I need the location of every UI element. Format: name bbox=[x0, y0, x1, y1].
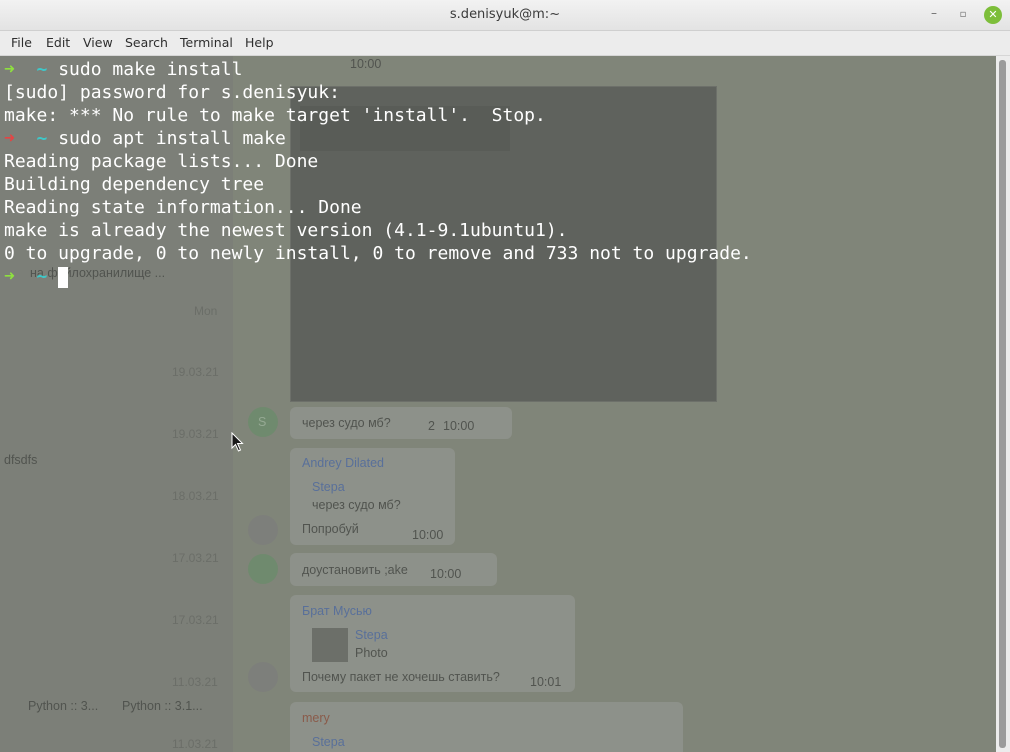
bg-chat-date: 18.03.21 bbox=[172, 489, 219, 503]
minimize-button[interactable]: – bbox=[925, 4, 943, 22]
bg-message-time: 10:00 bbox=[430, 567, 462, 581]
terminal-line: ➜ ~ sudo apt install make bbox=[4, 127, 752, 150]
terminal-line: make: *** No rule to make target 'instal… bbox=[4, 105, 546, 126]
window-title: s.denisyuk@m:~ bbox=[449, 7, 561, 22]
bg-avatar bbox=[248, 554, 278, 584]
terminal-line: Building dependency tree bbox=[4, 174, 265, 195]
bg-message-text: Попробуй bbox=[302, 522, 359, 536]
bg-reply-sender: Stepa bbox=[355, 628, 388, 642]
scrollbar-thumb[interactable] bbox=[999, 60, 1006, 748]
prompt-directory: ~ bbox=[36, 128, 48, 149]
bg-chat-date: Mon bbox=[194, 304, 218, 318]
menu-bar: File Edit View Search Terminal Help bbox=[0, 31, 1010, 56]
prompt-directory: ~ bbox=[36, 59, 48, 80]
bg-reply-sender: Stepa bbox=[312, 735, 345, 749]
bg-message-time: 10:01 bbox=[530, 675, 562, 689]
terminal-line: [sudo] password for s.denisyuk: bbox=[4, 82, 340, 103]
prompt-directory: ~ bbox=[36, 266, 48, 287]
window-titlebar[interactable]: s.denisyuk@m:~ – ▫ ✕ bbox=[0, 0, 1010, 31]
bg-message-text: доустановить ;ake bbox=[302, 563, 408, 577]
prompt-arrow-icon: ➜ bbox=[4, 128, 15, 149]
close-button[interactable]: ✕ bbox=[984, 6, 1002, 24]
bg-message-text: Почему пакет не хочешь ставить? bbox=[302, 670, 500, 684]
menu-terminal[interactable]: Terminal bbox=[179, 31, 234, 55]
menu-view[interactable]: View bbox=[82, 31, 114, 55]
bg-message-bubble bbox=[290, 702, 683, 752]
terminal-line: make is already the newest version (4.1-… bbox=[4, 220, 568, 241]
menu-edit[interactable]: Edit bbox=[45, 31, 71, 55]
bg-message-time: 10:00 bbox=[443, 419, 475, 433]
terminal-command: sudo apt install make bbox=[58, 128, 286, 149]
prompt-arrow-icon: ➜ bbox=[4, 59, 15, 80]
bg-reply-text: через судо мб? bbox=[312, 498, 401, 512]
bg-chat-date: 11.03.21 bbox=[172, 675, 218, 689]
bg-reply-text: Photo bbox=[355, 646, 388, 660]
menu-file[interactable]: File bbox=[10, 31, 33, 55]
prompt-arrow-icon: ➜ bbox=[4, 266, 15, 287]
bg-reply-count: 2 bbox=[428, 419, 435, 433]
terminal-line: 0 to upgrade, 0 to newly install, 0 to r… bbox=[4, 243, 752, 264]
vertical-scrollbar[interactable] bbox=[996, 56, 1010, 752]
bg-reply-thumbnail bbox=[312, 628, 348, 662]
bg-message-sender: Брат Мусью bbox=[302, 604, 372, 618]
terminal-command: sudo make install bbox=[58, 59, 243, 80]
bg-avatar bbox=[248, 515, 278, 545]
bg-reply-sender: Stepa bbox=[312, 480, 345, 494]
terminal-line: Reading package lists... Done bbox=[4, 151, 319, 172]
bg-chat-snippet: dfsdfs bbox=[4, 453, 38, 467]
terminal-line: ➜ ~ sudo make install bbox=[4, 58, 752, 81]
terminal-output: ➜ ~ sudo make install [sudo] password fo… bbox=[4, 58, 752, 288]
bg-message-time: 10:00 bbox=[412, 528, 444, 542]
bg-chat-date: 17.03.21 bbox=[172, 613, 219, 627]
bg-message-text: через судо мб? bbox=[302, 416, 391, 430]
bg-chat-date: 19.03.21 bbox=[172, 365, 219, 379]
bg-message-sender: Andrey Dilated bbox=[302, 456, 384, 470]
bg-avatar-letter: S bbox=[258, 415, 267, 429]
mouse-pointer-icon bbox=[231, 432, 244, 452]
bg-chat-snippet: Python :: 3... bbox=[28, 699, 99, 713]
bg-message-sender: mery bbox=[302, 711, 330, 725]
bg-chat-date: 19.03.21 bbox=[172, 427, 219, 441]
terminal-area[interactable]: на файлохранилище ... Mon 19.03.21 19.03… bbox=[0, 56, 996, 752]
maximize-button[interactable]: ▫ bbox=[954, 6, 972, 24]
text-cursor bbox=[58, 266, 69, 288]
bg-chat-date: 17.03.21 bbox=[172, 551, 219, 565]
bg-chat-snippet: Python :: 3.1... bbox=[122, 699, 203, 713]
menu-search[interactable]: Search bbox=[124, 31, 169, 55]
terminal-line: Reading state information... Done bbox=[4, 197, 362, 218]
bg-chat-date: 11.03.21 bbox=[172, 737, 218, 751]
menu-help[interactable]: Help bbox=[244, 31, 275, 55]
terminal-prompt-line[interactable]: ➜ ~ bbox=[4, 265, 752, 288]
bg-avatar bbox=[248, 662, 278, 692]
